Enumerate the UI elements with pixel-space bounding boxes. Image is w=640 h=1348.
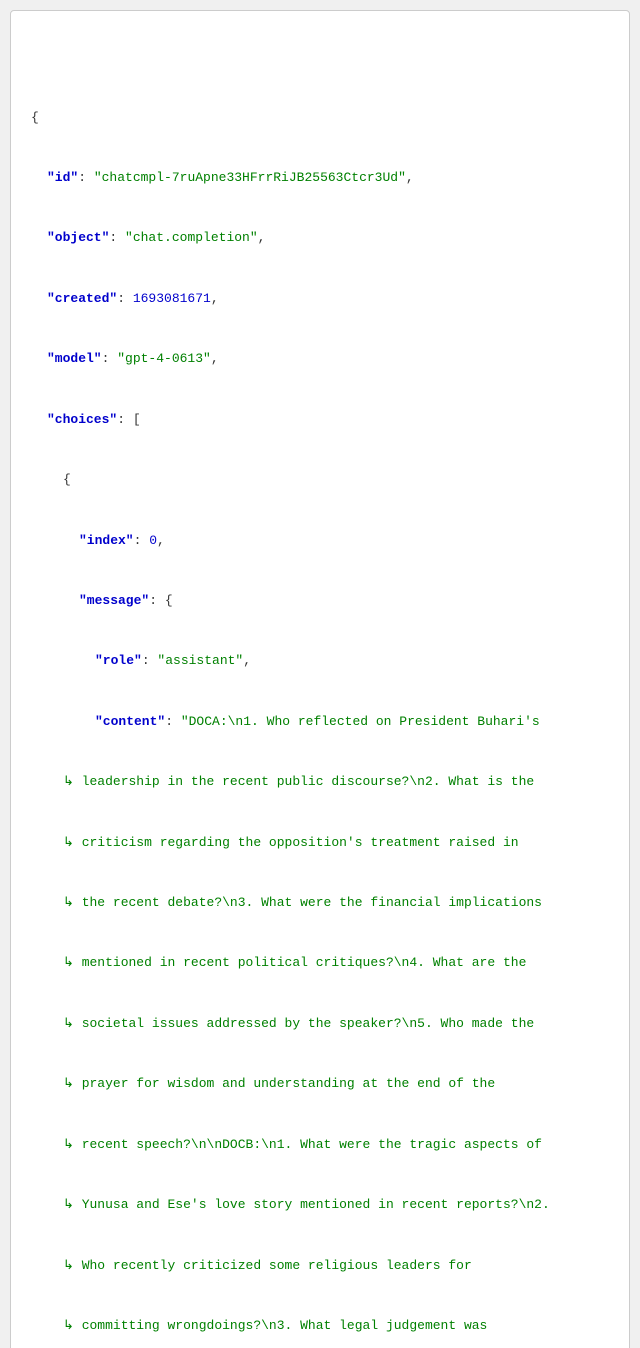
id-key: "id" — [47, 170, 78, 185]
object-value: "chat.completion" — [125, 230, 258, 245]
created-key: "created" — [47, 291, 117, 306]
choices-key: "choices" — [47, 412, 117, 427]
open-brace: { — [31, 108, 609, 128]
message-open-line: "message": { — [79, 591, 609, 611]
index-line: "index": 0, — [79, 531, 609, 551]
choices-open: { — [63, 470, 609, 490]
content-line-6: ↳ societal issues addressed by the speak… — [31, 1014, 609, 1034]
content-line-5: ↳ mentioned in recent political critique… — [31, 953, 609, 973]
id-line: "id": "chatcmpl-7ruApne33HFrrRiJB25563Ct… — [47, 168, 609, 188]
role-key: "role" — [95, 653, 142, 668]
content-line-2: ↳ leadership in the recent public discou… — [31, 772, 609, 792]
index-value: 0 — [149, 533, 157, 548]
role-line: "role": "assistant", — [95, 651, 609, 671]
content-line-8: ↳ recent speech?\n\nDOCB:\n1. What were … — [31, 1135, 609, 1155]
content-line-11: ↳ committing wrongdoings?\n3. What legal… — [31, 1316, 609, 1336]
json-content: { "id": "chatcmpl-7ruApne33HFrrRiJB25563… — [31, 67, 609, 1348]
content-start-line: "content": "DOCA:\n1. Who reflected on P… — [95, 712, 609, 732]
content-line-4: ↳ the recent debate?\n3. What were the f… — [31, 893, 609, 913]
choices-line: "choices": [ — [47, 410, 609, 430]
model-key: "model" — [47, 351, 102, 366]
content-line-3: ↳ criticism regarding the opposition's t… — [31, 833, 609, 853]
role-value: "assistant" — [157, 653, 243, 668]
message-key: "message" — [79, 593, 149, 608]
content-key: "content" — [95, 714, 165, 729]
content-line-10: ↳ Who recently criticized some religious… — [31, 1256, 609, 1276]
created-value: 1693081671 — [133, 291, 211, 306]
created-line: "created": 1693081671, — [47, 289, 609, 309]
id-value: "chatcmpl-7ruApne33HFrrRiJB25563Ctcr3Ud" — [94, 170, 406, 185]
content-line-7: ↳ prayer for wisdom and understanding at… — [31, 1074, 609, 1094]
model-line: "model": "gpt-4-0613", — [47, 349, 609, 369]
object-key: "object" — [47, 230, 109, 245]
json-viewer: { "id": "chatcmpl-7ruApne33HFrrRiJB25563… — [10, 10, 630, 1348]
object-line: "object": "chat.completion", — [47, 228, 609, 248]
index-key: "index" — [79, 533, 134, 548]
content-line-9: ↳ Yunusa and Ese's love story mentioned … — [31, 1195, 609, 1215]
content-value-start: "DOCA:\n1. Who reflected on President Bu… — [181, 714, 540, 729]
model-value: "gpt-4-0613" — [117, 351, 211, 366]
